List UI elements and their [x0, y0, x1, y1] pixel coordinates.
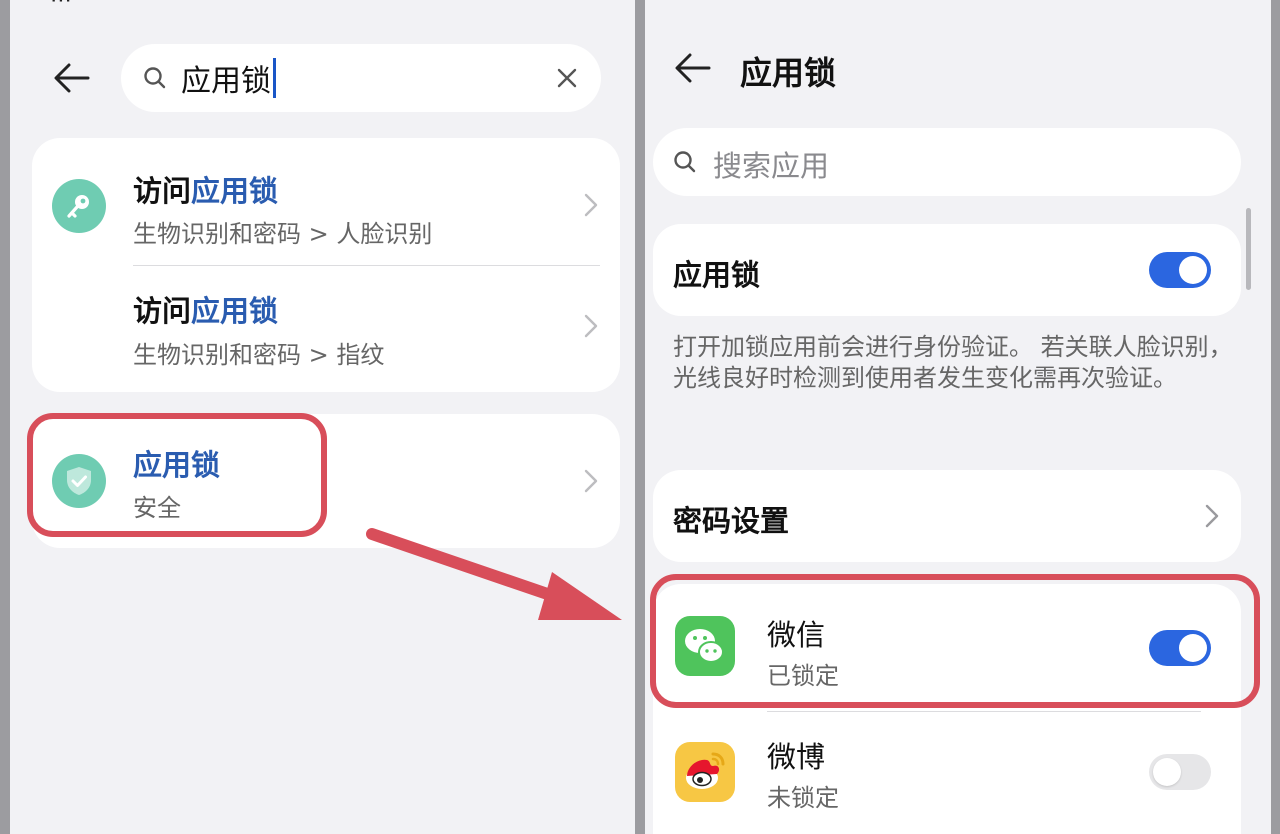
weibo-icon — [675, 742, 735, 802]
password-settings-row[interactable]: 密码设置 — [653, 470, 1241, 562]
app-lock-label: 应用锁 — [673, 258, 761, 292]
page-title: 应用锁 — [740, 54, 837, 92]
result-path: 生物识别和密码 > 指纹 — [133, 341, 385, 369]
back-button[interactable] — [669, 44, 717, 92]
search-result-face[interactable]: 访问应用锁 生物识别和密码 > 人脸识别 — [32, 138, 620, 264]
chevron-right-icon — [1205, 504, 1219, 528]
wechat-icon — [675, 616, 735, 676]
scrollbar[interactable] — [1246, 208, 1251, 290]
result-path: 安全 — [133, 494, 181, 522]
search-icon — [673, 150, 697, 178]
result-title: 访问应用锁 — [133, 174, 279, 208]
back-arrow-icon — [675, 53, 711, 83]
chevron-right-icon — [584, 314, 598, 338]
back-button[interactable] — [48, 54, 96, 102]
app-lock-description: 打开加锁应用前会进行身份验证。 若关联人脸识别，光线良好时检测到使用者发生变化需… — [673, 333, 1233, 392]
clear-search-button[interactable] — [551, 62, 583, 94]
app-row-weibo[interactable]: 微博 未锁定 — [653, 712, 1241, 832]
chevron-right-icon — [584, 469, 598, 493]
results-group: 访问应用锁 生物识别和密码 > 人脸识别 访问应用锁 生物识别和密码 > 指纹 — [32, 138, 620, 392]
result-path: 生物识别和密码 > 人脸识别 — [133, 220, 433, 248]
app-lock-card: 应用锁 — [653, 224, 1241, 316]
app-lock-status: 已锁定 — [767, 662, 839, 690]
wechat-lock-toggle[interactable] — [1149, 630, 1211, 666]
result-title: 应用锁 — [133, 448, 221, 482]
left-screen: ⋯ 访问应用锁 生物识别和密码 > 人脸识别 访问应用锁 生物识别和密码 > 指… — [10, 0, 635, 834]
search-bar — [121, 44, 601, 112]
search-result-fingerprint[interactable]: 访问应用锁 生物识别和密码 > 指纹 — [32, 266, 620, 392]
text-cursor — [273, 58, 276, 98]
back-arrow-icon — [54, 63, 90, 93]
status-time: ⋯ — [50, 0, 72, 13]
search-placeholder: 搜索应用 — [713, 149, 830, 183]
password-settings-label: 密码设置 — [673, 504, 790, 538]
chevron-right-icon — [584, 193, 598, 217]
shield-check-icon — [52, 454, 106, 508]
app-name: 微博 — [767, 740, 826, 774]
results-group: 应用锁 安全 — [32, 414, 620, 548]
right-screen: 应用锁 搜索应用 应用锁 打开加锁应用前会进行身份验证。 若关联人脸识别，光线良… — [645, 0, 1271, 834]
app-lock-toggle[interactable] — [1149, 252, 1211, 288]
app-lock-status: 未锁定 — [767, 784, 839, 812]
app-name: 微信 — [767, 618, 826, 652]
key-icon — [52, 179, 106, 233]
app-search-input[interactable]: 搜索应用 — [653, 128, 1241, 196]
app-list: 微信 已锁定 微博 未锁定 — [653, 584, 1241, 834]
close-icon — [557, 68, 577, 88]
app-row-wechat[interactable]: 微信 已锁定 — [653, 584, 1241, 704]
search-icon — [143, 66, 167, 94]
search-input[interactable] — [181, 56, 541, 100]
search-result-app-lock[interactable]: 应用锁 安全 — [32, 414, 620, 548]
weibo-lock-toggle[interactable] — [1149, 754, 1211, 790]
result-title: 访问应用锁 — [133, 294, 279, 328]
